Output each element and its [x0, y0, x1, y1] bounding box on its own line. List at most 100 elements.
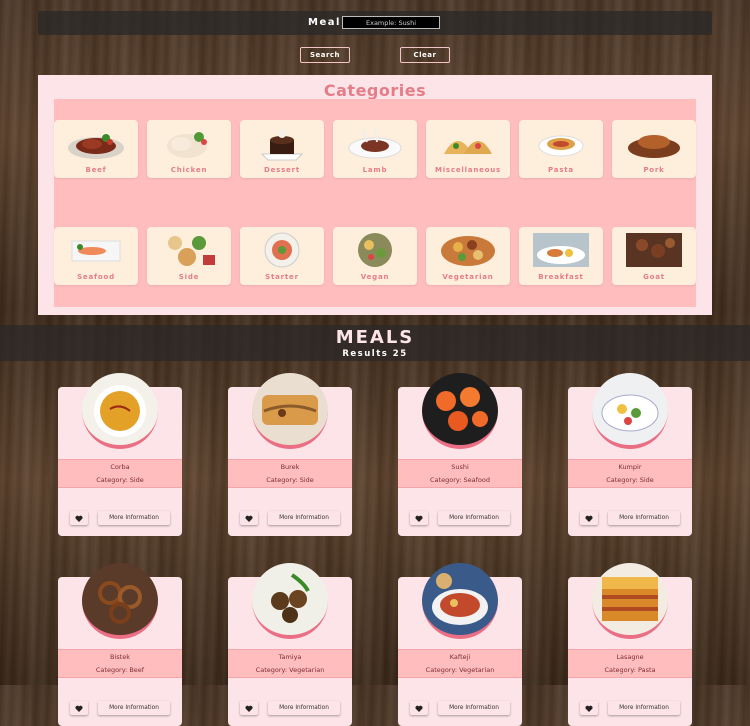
search-button[interactable]: Search: [300, 47, 350, 63]
category-label: Side: [178, 273, 200, 281]
categories-panel: Categories Beef Chicken Dessert Lamb Mis…: [38, 75, 712, 315]
meal-category: Category: Seafood: [430, 476, 490, 484]
kumpir-image: [592, 373, 668, 449]
more-information-button[interactable]: More Information: [268, 701, 340, 715]
favorite-button[interactable]: [580, 511, 598, 525]
favorite-button[interactable]: [240, 701, 258, 715]
category-lamb[interactable]: Lamb: [333, 120, 417, 178]
meal-card-kumpir[interactable]: Kumpir Category: Side More Information: [568, 373, 692, 536]
category-label: Dessert: [263, 166, 301, 174]
meal-name: Tamiya: [278, 653, 302, 661]
meal-category: Category: Side: [266, 476, 314, 484]
pasta-image: [538, 135, 584, 157]
heart-icon: [75, 705, 83, 712]
meal-label: Meal: [308, 17, 341, 28]
favorite-button[interactable]: [70, 701, 88, 715]
category-label: Pork: [643, 166, 665, 174]
heart-icon: [415, 515, 423, 522]
meal-search-input[interactable]: [342, 16, 440, 29]
category-label: Lamb: [362, 166, 388, 174]
meal-card-corba[interactable]: Corba Category: Side More Information: [58, 373, 182, 536]
kafteji-image: [422, 563, 498, 639]
meal-card-tamiya[interactable]: Tamiya Category: Vegetarian More Informa…: [228, 563, 352, 726]
more-information-button[interactable]: More Information: [98, 511, 170, 525]
category-label: Goat: [643, 273, 665, 281]
vegetarian-image: [441, 236, 495, 266]
vegan-image: [358, 233, 392, 267]
category-breakfast[interactable]: Breakfast: [519, 227, 603, 285]
meal-card-lasagne[interactable]: Lasagne Category: Pasta More Information: [568, 563, 692, 726]
more-information-button[interactable]: More Information: [98, 701, 170, 715]
category-label: Seafood: [77, 273, 115, 281]
lasagne-image: [592, 563, 668, 639]
miscellaneous-image: [444, 141, 492, 154]
meal-category: Category: Side: [606, 476, 654, 484]
meal-category: Category: Vegetarian: [425, 666, 495, 674]
more-information-button[interactable]: More Information: [438, 701, 510, 715]
categories-title: Categories: [323, 81, 427, 100]
category-pasta[interactable]: Pasta: [519, 120, 603, 178]
heart-icon: [245, 705, 253, 712]
bistek-image: [82, 563, 158, 639]
favorite-button[interactable]: [70, 511, 88, 525]
meal-card-kafteji[interactable]: Kafteji Category: Vegetarian More Inform…: [398, 563, 522, 726]
beef-image: [68, 134, 124, 159]
meal-card-sushi[interactable]: Sushi Category: Seafood More Information: [398, 373, 522, 536]
sushi-image: [422, 373, 498, 449]
lamb-image: [348, 129, 402, 159]
category-goat[interactable]: Goat: [612, 227, 696, 285]
seafood-image: [71, 240, 121, 262]
chicken-image: [167, 132, 207, 158]
clear-button[interactable]: Clear: [400, 47, 450, 63]
meal-name: Lasagne: [616, 653, 644, 661]
meal-category: Category: Side: [96, 476, 144, 484]
heart-icon: [415, 705, 423, 712]
category-label: Vegan: [360, 273, 390, 281]
category-label: Starter: [265, 273, 299, 281]
categories-grid: Beef Chicken Dessert Lamb Miscellaneous …: [54, 99, 696, 307]
favorite-button[interactable]: [410, 511, 428, 525]
dessert-image: [260, 130, 304, 161]
category-pork[interactable]: Pork: [612, 120, 696, 178]
meal-category: Category: Beef: [95, 666, 145, 674]
category-label: Breakfast: [538, 273, 584, 281]
meal-name: Kafteji: [449, 653, 471, 661]
meal-name: Sushi: [451, 463, 469, 471]
category-label: Pasta: [548, 166, 574, 174]
meal-card-burek[interactable]: Burek Category: Side More Information: [228, 373, 352, 536]
meal-category: Category: Pasta: [604, 666, 656, 674]
meal-name: Burek: [280, 463, 300, 471]
favorite-button[interactable]: [580, 701, 598, 715]
side-image: [168, 236, 215, 266]
heart-icon: [75, 515, 83, 522]
heart-icon: [245, 515, 253, 522]
category-label: Chicken: [170, 166, 208, 174]
category-starter[interactable]: Starter: [240, 227, 324, 285]
meal-category: Category: Vegetarian: [255, 666, 325, 674]
category-dessert[interactable]: Dessert: [240, 120, 324, 178]
more-information-button[interactable]: More Information: [608, 511, 680, 525]
meal-card-bistek[interactable]: Bistek Category: Beef More Information: [58, 563, 182, 726]
category-label: Vegetarian: [442, 273, 494, 281]
category-side[interactable]: Side: [147, 227, 231, 285]
corba-image: [82, 373, 158, 449]
category-miscellaneous[interactable]: Miscellaneous: [426, 120, 510, 178]
category-seafood[interactable]: Seafood: [54, 227, 138, 285]
more-information-button[interactable]: More Information: [608, 701, 680, 715]
meal-name: Kumpir: [618, 463, 642, 471]
burek-image: [252, 373, 328, 449]
category-vegetarian[interactable]: Vegetarian: [426, 227, 510, 285]
category-vegan[interactable]: Vegan: [333, 227, 417, 285]
favorite-button[interactable]: [240, 511, 258, 525]
favorite-button[interactable]: [410, 701, 428, 715]
results-count: Results 25: [342, 349, 408, 359]
category-beef[interactable]: Beef: [54, 120, 138, 178]
category-chicken[interactable]: Chicken: [147, 120, 231, 178]
more-information-button[interactable]: More Information: [268, 511, 340, 525]
meals-title: MEALS: [335, 327, 415, 348]
meal-name: Bistek: [110, 653, 130, 661]
more-information-button[interactable]: More Information: [438, 511, 510, 525]
heart-icon: [585, 515, 593, 522]
goat-image: [626, 233, 682, 267]
meal-name: Corba: [110, 463, 130, 471]
